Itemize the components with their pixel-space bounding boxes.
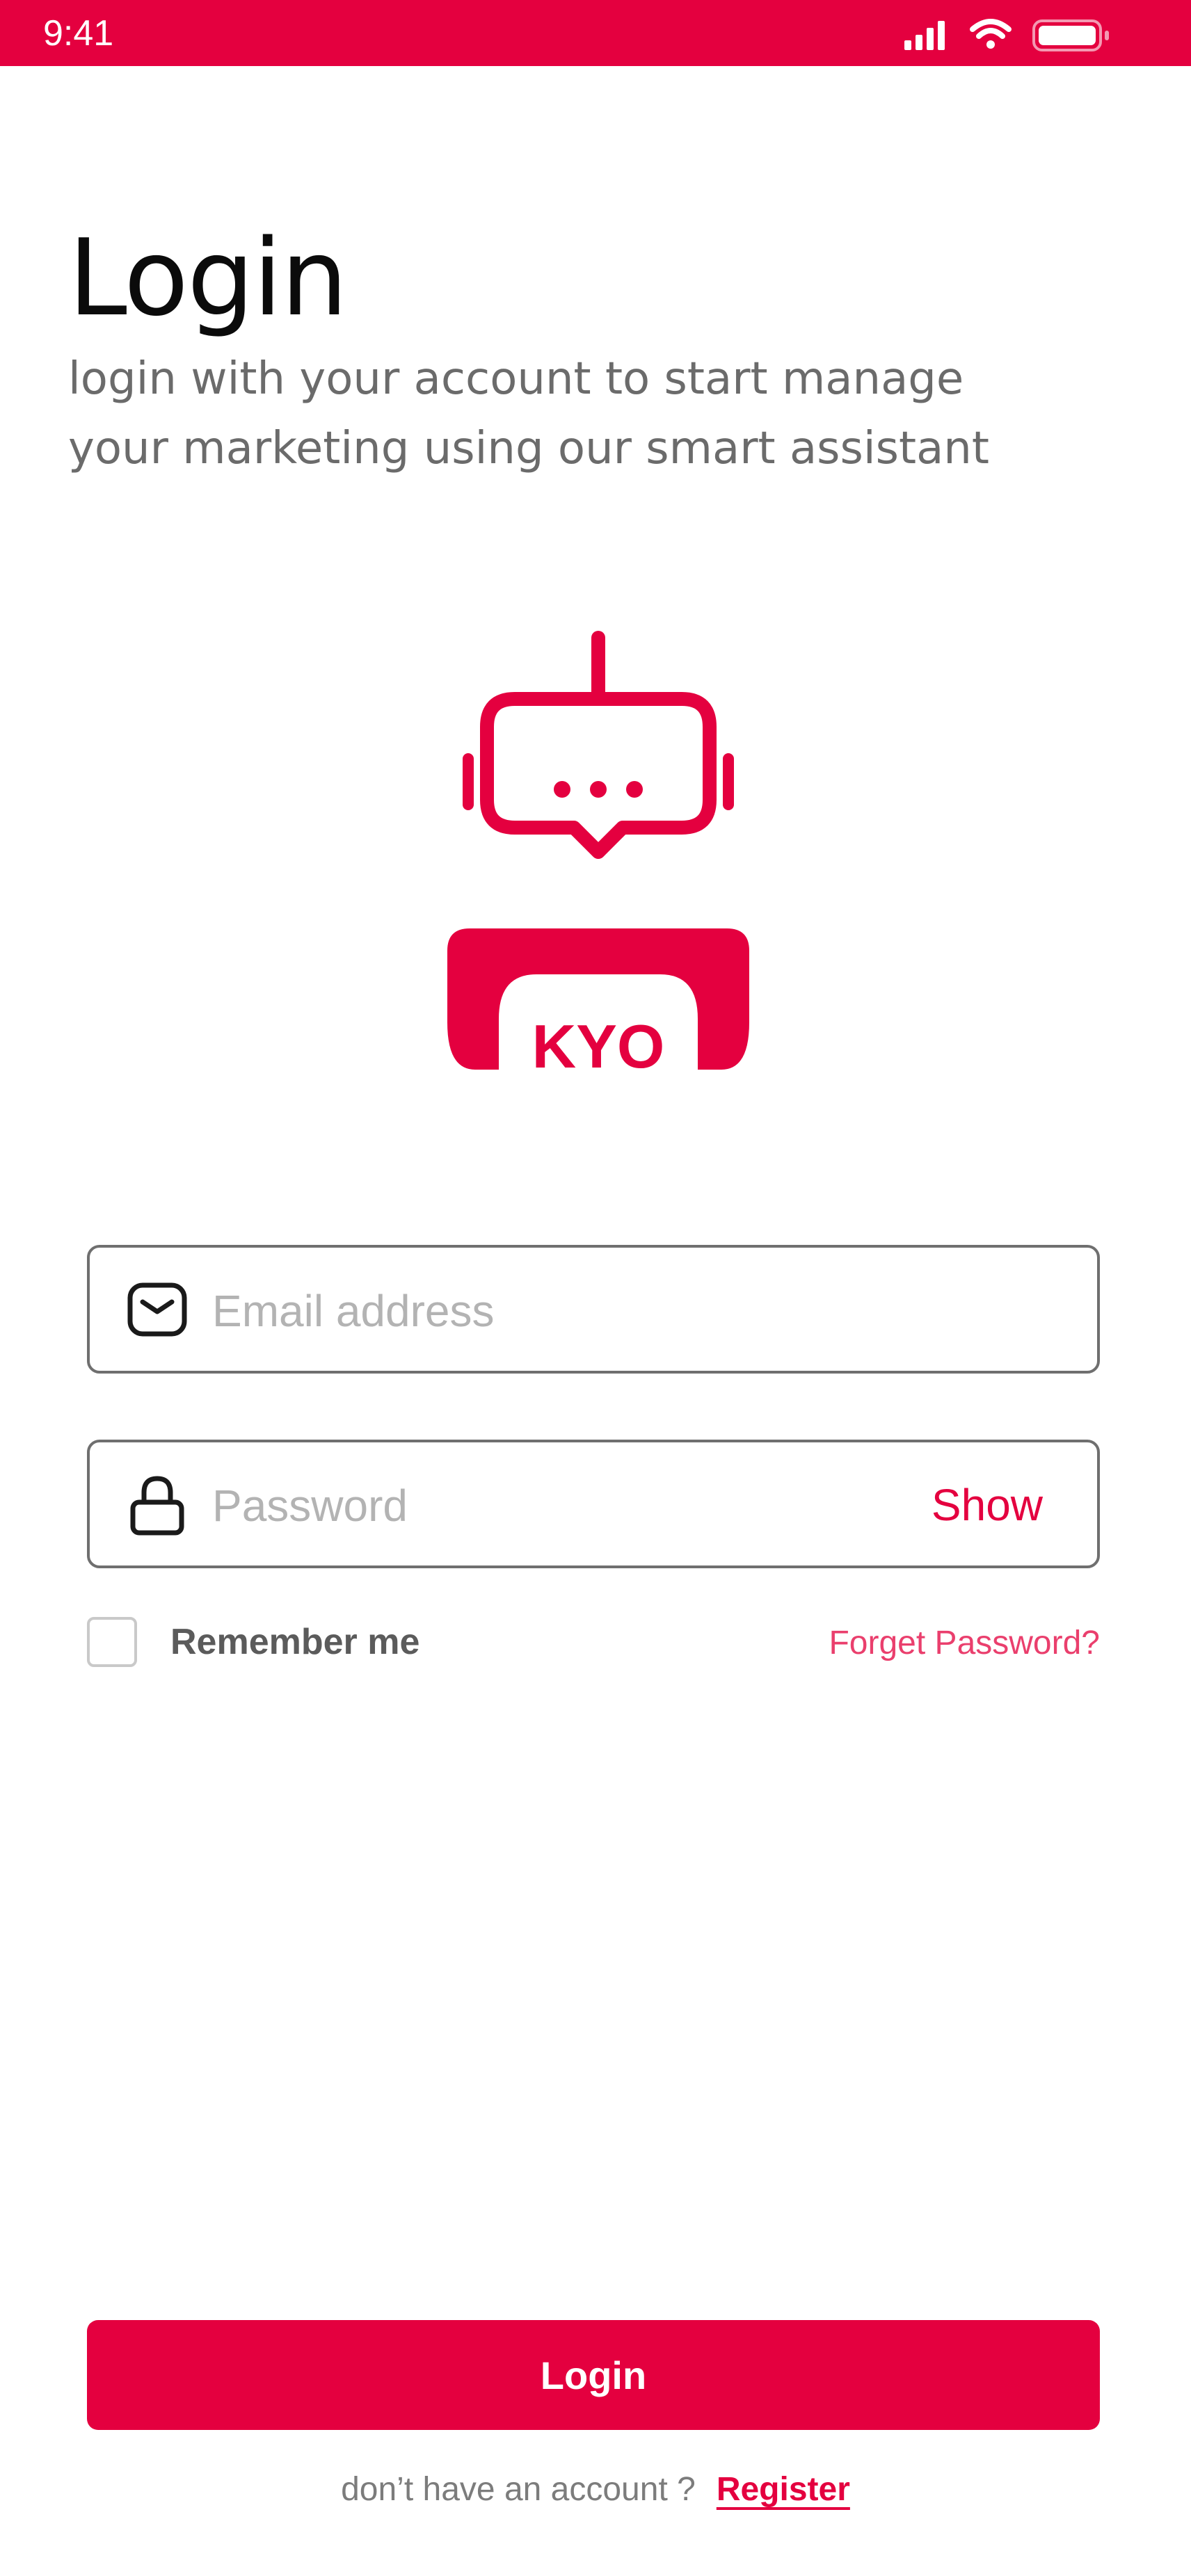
login-button[interactable]: Login <box>87 2320 1100 2430</box>
show-password-toggle[interactable]: Show <box>932 1474 1043 1536</box>
register-prompt: don’t have an account ? <box>341 2471 696 2508</box>
signal-icon <box>904 21 945 50</box>
envelope-icon <box>127 1282 187 1337</box>
status-bar: 9:41 <box>0 0 1191 66</box>
subtitle-line-2: your marketing using our smart assistant <box>68 423 989 474</box>
page-subtitle: login with your account to start manage y… <box>68 344 1077 483</box>
register-link[interactable]: Register <box>717 2471 850 2508</box>
remember-me-label[interactable]: Remember me <box>170 1621 419 1663</box>
register-row: don’t have an account ? Register <box>0 2468 1191 2516</box>
status-icons <box>904 19 1109 51</box>
forgot-password-link[interactable]: Forget Password? <box>829 1623 1100 1664</box>
robot-chat-icon <box>447 631 749 1070</box>
email-input[interactable] <box>212 1273 908 1349</box>
battery-icon <box>1032 19 1109 51</box>
remember-row: Remember me Forget Password? <box>87 1617 1100 1673</box>
page-title: Login <box>68 216 348 339</box>
wifi-icon <box>970 19 1012 49</box>
password-field[interactable]: Show <box>87 1440 1100 1568</box>
logo-brand-text: KYO <box>532 1012 665 1081</box>
password-input[interactable] <box>212 1467 908 1544</box>
remember-me-checkbox[interactable] <box>87 1617 137 1667</box>
kyo-logo: KYO <box>447 631 749 1081</box>
subtitle-line-1: login with your account to start manage <box>68 353 964 405</box>
status-time: 9:41 <box>43 13 114 54</box>
lock-icon <box>130 1476 184 1536</box>
email-field[interactable] <box>87 1245 1100 1374</box>
